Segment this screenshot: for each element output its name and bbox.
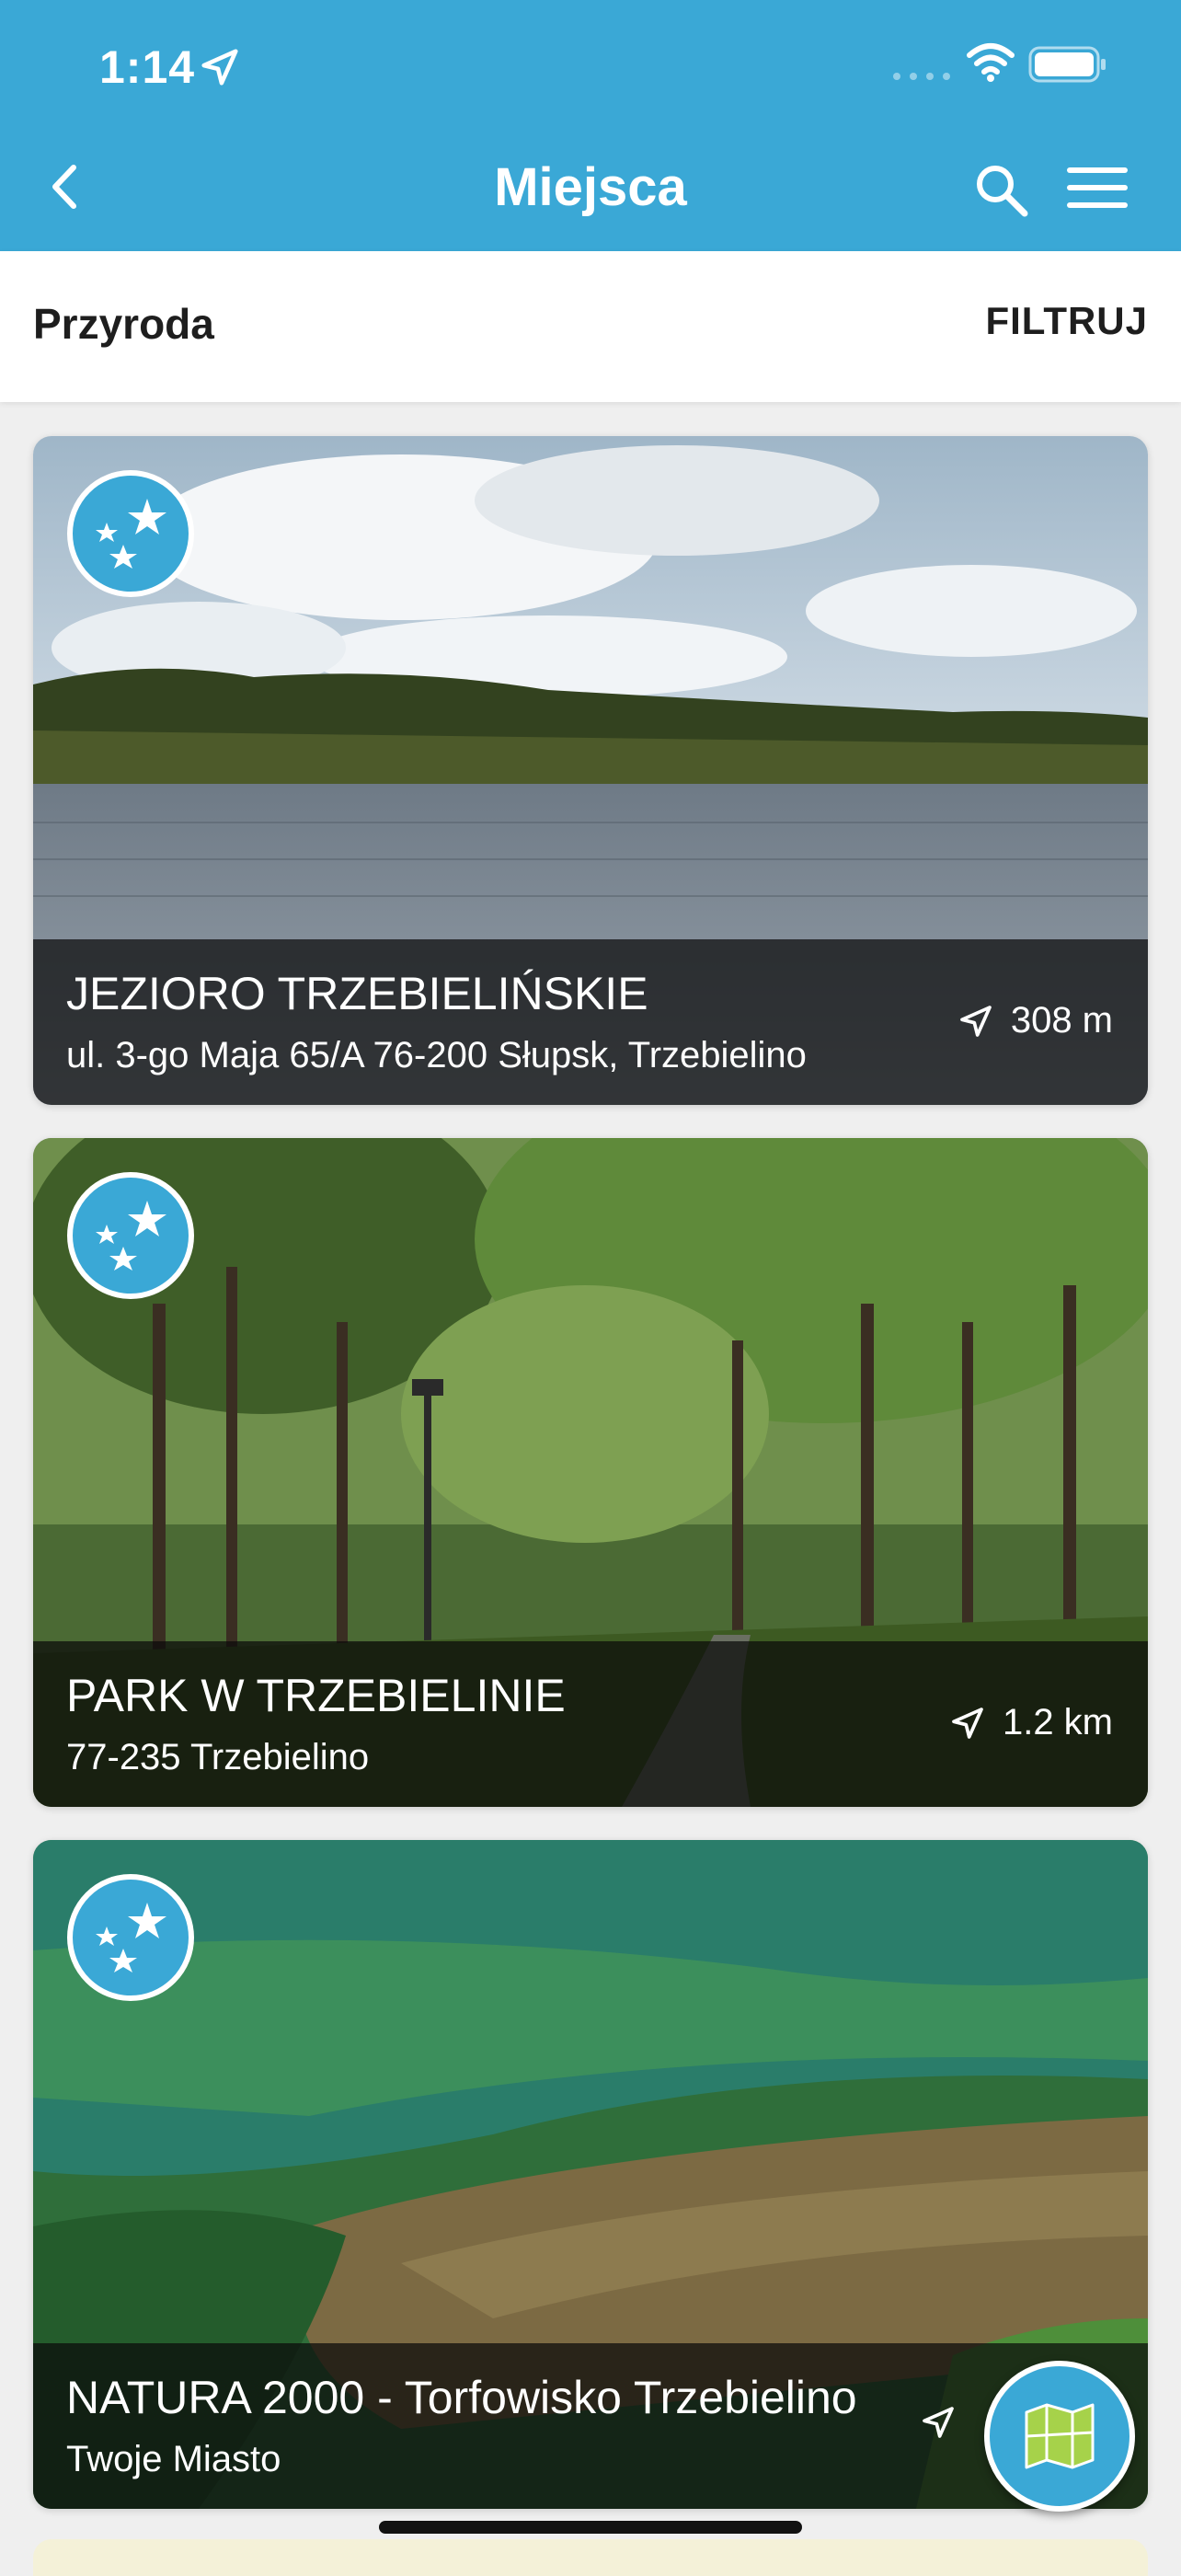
navigation-arrow-icon <box>923 2407 954 2438</box>
battery-icon <box>1028 46 1106 83</box>
category-title: Przyroda <box>33 300 214 348</box>
distance-value: 308 m <box>1010 1000 1113 1041</box>
place-address: 77-235 Trzebielino <box>66 1737 370 1777</box>
hamburger-menu-icon[interactable] <box>1067 166 1128 210</box>
map-view-button[interactable] <box>984 2361 1135 2512</box>
next-place-card-peek[interactable] <box>33 2539 1148 2576</box>
nature-category-icon <box>67 1172 194 1299</box>
place-card[interactable]: JEZIORO TRZEBIELIŃSKIE ul. 3-go Maja 65/… <box>33 436 1148 1105</box>
back-button[interactable] <box>40 155 92 219</box>
place-distance: 308 m <box>957 1000 1113 1041</box>
filter-button[interactable]: FILTRUJ <box>985 299 1148 343</box>
app-header: 1:14 Miejsca <box>0 0 1181 251</box>
category-bar: Przyroda FILTRUJ <box>0 251 1181 402</box>
status-time: 1:14 <box>99 41 196 93</box>
location-arrow-icon <box>201 49 238 86</box>
nature-category-icon <box>67 470 194 597</box>
distance-value: 1.2 km <box>1002 1702 1113 1742</box>
place-caption: JEZIORO TRZEBIELIŃSKIE ul. 3-go Maja 65/… <box>33 939 1148 1105</box>
cellular-signal-icon <box>893 73 950 80</box>
place-address: Twoje Miasto <box>66 2439 281 2479</box>
wifi-icon <box>967 43 1015 82</box>
navigation-arrow-icon <box>952 1707 983 1739</box>
place-card[interactable]: PARK W TRZEBIELINIE 77-235 Trzebielino 1… <box>33 1138 1148 1807</box>
map-icon <box>1025 2403 1095 2469</box>
nature-category-icon <box>67 1874 194 2001</box>
place-title: PARK W TRZEBIELINIE <box>66 1670 566 1721</box>
place-caption: PARK W TRZEBIELINIE 77-235 Trzebielino 1… <box>33 1641 1148 1807</box>
place-card[interactable]: NATURA 2000 - Torfowisko Trzebielino Two… <box>33 1840 1148 2509</box>
navigation-arrow-icon <box>959 1005 992 1037</box>
place-caption: NATURA 2000 - Torfowisko Trzebielino Two… <box>33 2343 1148 2509</box>
page-title: Miejsca <box>494 157 687 217</box>
place-title: NATURA 2000 - Torfowisko Trzebielino <box>66 2372 857 2423</box>
place-distance: 1.2 km <box>949 1702 1113 1743</box>
home-indicator <box>379 2521 802 2534</box>
search-icon[interactable] <box>973 162 1030 219</box>
place-title: JEZIORO TRZEBIELIŃSKIE <box>66 968 648 1019</box>
place-distance <box>920 2404 973 2441</box>
place-address: ul. 3-go Maja 65/A 76-200 Słupsk, Trzebi… <box>66 1035 807 1075</box>
